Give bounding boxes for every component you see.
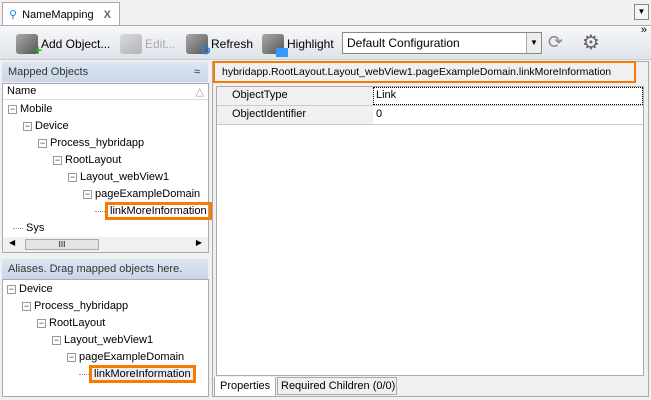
map-pin-icon: ⚲: [9, 9, 18, 21]
collapse-icon[interactable]: −: [8, 104, 17, 114]
toolbar: + Add Object... Edit... ↻ Refresh Highligh…: [0, 24, 651, 60]
property-row[interactable]: ObjectIdentifier 0: [217, 106, 643, 125]
collapse-icon[interactable]: −: [68, 172, 77, 182]
refresh-map-icon[interactable]: ⟳: [548, 32, 563, 53]
tree-item[interactable]: − pageExampleDomain: [67, 351, 184, 363]
toolbar-overflow-button[interactable]: »: [641, 24, 647, 36]
object-path: hybridapp.RootLayout.Layout_webView1.pag…: [213, 61, 636, 83]
edit-icon: [120, 34, 142, 54]
gear-icon[interactable]: ⚙: [582, 30, 600, 55]
tree-item[interactable]: − RootLayout: [53, 154, 121, 166]
configuration-select[interactable]: Default Configuration ▼: [342, 32, 542, 54]
tab-required-children[interactable]: Required Children (0/0): [277, 377, 397, 395]
highlight-button[interactable]: Highlight: [262, 33, 334, 57]
collapse-icon[interactable]: −: [38, 138, 47, 148]
collapse-icon[interactable]: −: [23, 121, 32, 131]
tree-item[interactable]: − Layout_webView1: [68, 171, 169, 183]
refresh-icon: ↻: [186, 34, 211, 58]
add-object-icon: +: [16, 34, 42, 58]
tree-item[interactable]: − Device: [7, 283, 53, 295]
tree-item[interactable]: − Layout_webView1: [52, 334, 153, 346]
aliases-tree: − Device − Process_hybridapp − RootLayout −…: [2, 279, 209, 397]
aliases-header: Aliases. Drag mapped objects here.: [2, 259, 208, 279]
collapse-icon[interactable]: −: [7, 284, 16, 294]
tree-item[interactable]: − Process_hybridapp: [38, 137, 144, 149]
tree-item[interactable]: − Device: [23, 120, 69, 132]
collapse-icon[interactable]: −: [83, 189, 92, 199]
collapse-icon[interactable]: −: [22, 301, 31, 311]
close-icon[interactable]: X: [104, 9, 111, 21]
tab-list-dropdown[interactable]: ▼: [634, 4, 649, 20]
mapped-objects-tree: Name △ − Mobile − Device − Process_hybridapp…: [2, 83, 212, 253]
refresh-button[interactable]: ↻ Refresh: [186, 33, 253, 58]
properties-grid: ObjectType Link ObjectIdentifier 0: [216, 86, 644, 376]
mapped-objects-header: Mapped Objects ≈: [2, 62, 208, 82]
tab-namemapping[interactable]: ⚲ NameMapping X: [2, 2, 120, 26]
tree-item-selected[interactable]: linkMoreInformation: [79, 365, 196, 383]
chevron-down-icon: ▼: [526, 33, 541, 53]
collapse-icon[interactable]: −: [37, 318, 46, 328]
edit-button[interactable]: Edit...: [120, 33, 176, 55]
collapse-icon[interactable]: −: [67, 352, 76, 362]
tree-item[interactable]: − pageExampleDomain: [83, 188, 200, 200]
scrollbar-thumb[interactable]: III: [25, 239, 99, 250]
tree-item[interactable]: − RootLayout: [37, 317, 105, 329]
collapse-icon[interactable]: −: [52, 335, 61, 345]
tree-item-selected[interactable]: linkMoreInformation: [95, 202, 212, 220]
tab-properties[interactable]: Properties: [214, 377, 276, 397]
collapse-icon[interactable]: ≈: [194, 66, 200, 78]
property-row[interactable]: ObjectType Link: [217, 87, 643, 106]
sort-icon: △: [195, 86, 204, 98]
add-object-button[interactable]: + Add Object...: [16, 33, 110, 58]
tree-item[interactable]: − Process_hybridapp: [22, 300, 128, 312]
collapse-icon[interactable]: −: [53, 155, 62, 165]
tree-item[interactable]: − Mobile: [8, 103, 52, 115]
column-header-name[interactable]: Name △: [3, 84, 208, 100]
horizontal-scrollbar[interactable]: ◀ III ▶: [3, 237, 208, 252]
tree-item[interactable]: Sys: [13, 222, 44, 234]
highlight-icon: [262, 34, 288, 57]
